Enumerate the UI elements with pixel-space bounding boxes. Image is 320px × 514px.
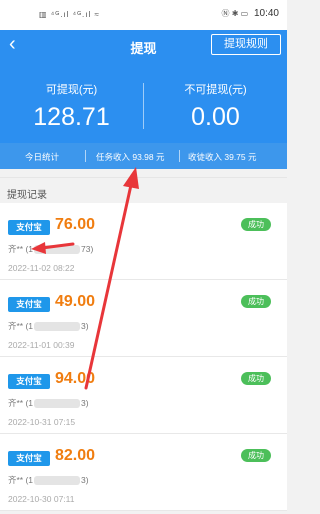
non-withdrawable-label: 不可提现(元) — [184, 84, 247, 96]
redacted-block — [34, 245, 81, 255]
stats-bar: 今日统计 任务收入 93.98 元 收徒收入 39.75 元 — [0, 143, 287, 169]
withdrawable-block: 可提现(元) 128.71 — [0, 81, 143, 132]
record-account: 齐** (1 3) — [8, 398, 89, 409]
list-item[interactable]: 支付宝 82.00 成功 齐** (1 3) 2022-10-30 07:11 — [0, 434, 287, 511]
record-time: 2022-10-31 07:15 — [8, 417, 76, 427]
stats-divider — [179, 150, 180, 162]
alipay-badge: 支付宝 — [8, 297, 50, 312]
alipay-badge: 支付宝 — [8, 374, 50, 389]
today-stats-label: 今日统计 — [25, 152, 60, 162]
non-withdrawable-block: 不可提现(元) 0.00 — [144, 81, 287, 132]
nav-bar: ‹ 提现 提现规则 — [0, 30, 287, 61]
records-title: 提现记录 — [7, 190, 47, 201]
redacted-block — [34, 476, 81, 486]
list-item[interactable]: 支付宝 94.00 成功 齐** (1 3) 2022-10-31 07:15 — [0, 357, 287, 434]
withdraw-rules-button[interactable]: 提现规则 — [211, 34, 281, 55]
record-amount: 76.00 — [55, 216, 96, 233]
alipay-badge: 支付宝 — [8, 451, 50, 466]
record-account: 齐** (1 3) — [8, 475, 89, 486]
balance-summary: 可提现(元) 128.71 不可提现(元) 0.00 — [0, 61, 287, 143]
non-withdrawable-value: 0.00 — [191, 103, 240, 131]
redacted-block — [34, 399, 81, 409]
record-time: 2022-11-02 08:22 — [8, 263, 75, 273]
stats-divider — [85, 150, 86, 162]
status-badge: 成功 — [241, 295, 271, 308]
alipay-badge: 支付宝 — [8, 220, 50, 235]
status-badge: 成功 — [241, 218, 271, 231]
records-header: 提现记录 — [0, 177, 287, 203]
withdraw-records-list: 支付宝 76.00 成功 齐** (1 73) 2022-11-02 08:22 … — [0, 203, 287, 511]
status-badge: 成功 — [241, 449, 271, 462]
record-time: 2022-10-30 07:11 — [8, 494, 75, 504]
record-amount: 94.00 — [55, 370, 96, 387]
record-account: 齐** (1 3) — [8, 321, 89, 332]
withdrawable-label: 可提现(元) — [45, 84, 98, 96]
apprentice-income: 收徒收入 39.75 元 — [188, 152, 257, 162]
withdrawable-value: 128.71 — [33, 103, 110, 131]
list-item[interactable]: 支付宝 49.00 成功 齐** (1 3) 2022-11-01 00:39 — [0, 280, 287, 357]
record-amount: 49.00 — [55, 293, 96, 310]
status-badge: 成功 — [241, 372, 271, 385]
status-bar: ▥ ⁴ᴳ.ıl ⁴ᴳ.ıl ≈ Ⓝ ✱ ▭ 10:40 — [0, 0, 287, 30]
redacted-block — [34, 322, 81, 332]
clock: 10:40 — [253, 8, 279, 19]
status-icons: Ⓝ ✱ ▭ — [221, 9, 249, 18]
list-item[interactable]: 支付宝 76.00 成功 齐** (1 73) 2022-11-02 08:22 — [0, 203, 287, 280]
signal-icons: ▥ ⁴ᴳ.ıl ⁴ᴳ.ıl ≈ — [39, 10, 100, 19]
record-account: 齐** (1 73) — [8, 244, 94, 255]
status-right: Ⓝ ✱ ▭ 10:40 — [221, 8, 279, 19]
task-income: 任务收入 93.98 元 — [96, 152, 165, 162]
record-time: 2022-11-01 00:39 — [8, 340, 75, 350]
record-amount: 82.00 — [55, 447, 96, 464]
